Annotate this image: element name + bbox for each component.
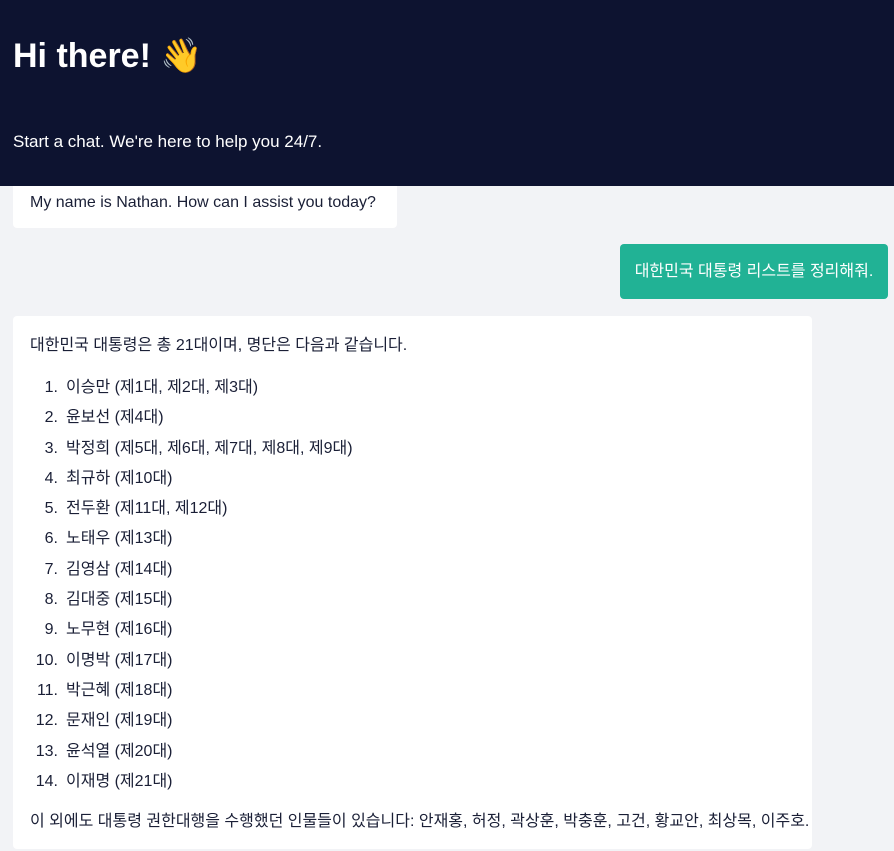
list-item-number: 14.: [35, 772, 58, 790]
list-item-number: 11.: [36, 681, 58, 699]
user-message: 대한민국 대통령 리스트를 정리해줘.: [620, 244, 888, 299]
list-item-text: 김대중 (제15대): [66, 591, 173, 609]
chat-header: Hi there! 👋 Start a chat. We're here to …: [0, 0, 894, 186]
list-item: 2. 윤보선 (제4대): [30, 406, 795, 436]
list-item-number: 9.: [44, 621, 58, 639]
list-item-text: 문재인 (제19대): [66, 712, 173, 730]
list-item-text: 노태우 (제13대): [66, 530, 173, 548]
list-item-text: 이재명 (제21대): [66, 772, 173, 790]
list-item-text: 이승만 (제1대, 제2대, 제3대): [66, 379, 259, 396]
list-item: 6. 노태우 (제13대): [30, 527, 795, 557]
list-item: 10. 이명박 (제17대): [30, 649, 795, 679]
list-item-number: 10.: [35, 651, 58, 669]
answer-intro: 대한민국 대통령은 총 21대이며, 명단은 다음과 같습니다.: [30, 337, 408, 354]
header-title: Hi there! 👋: [13, 37, 203, 75]
list-item-number: 13.: [35, 742, 58, 760]
list-item: 5. 전두환 (제11대, 제12대): [30, 497, 795, 527]
list-item-text: 박정희 (제5대, 제6대, 제7대, 제8대, 제9대): [66, 439, 353, 457]
list-item: 8. 김대중 (제15대): [30, 588, 795, 618]
list-item: 4. 최규하 (제10대): [30, 467, 795, 497]
list-item-number: 3.: [44, 439, 58, 457]
bot-answer-message: 대한민국 대통령은 총 21대이며, 명단은 다음과 같습니다. 1. 이승만 (…: [13, 316, 812, 849]
list-item: 9. 노무현 (제16대): [30, 618, 795, 648]
list-item: 13. 윤석열 (제20대): [30, 740, 795, 770]
list-item: 3. 박정희 (제5대, 제6대, 제7대, 제8대, 제9대): [30, 437, 795, 467]
list-item-text: 전두환 (제11대, 제12대): [66, 500, 228, 518]
answer-outro: 이 외에도 대통령 권한대행을 수행했던 인물들이 있습니다: 안재홍, 허정,…: [30, 813, 810, 830]
header-subtitle: Start a chat. We're here to help you 24/…: [13, 132, 323, 151]
list-item-text: 이명박 (제17대): [66, 651, 173, 669]
list-item: 11. 박근혜 (제18대): [30, 679, 795, 709]
list-item: 12. 문재인 (제19대): [30, 709, 795, 739]
list-item-text: 윤석열 (제20대): [66, 742, 173, 760]
list-item-text: 윤보선 (제4대): [66, 409, 164, 427]
list-item: 14. 이재명 (제21대): [30, 770, 795, 800]
list-item-text: 박근혜 (제18대): [66, 681, 173, 699]
list-item: 7. 김영삼 (제14대): [30, 558, 795, 588]
list-item-number: 7.: [44, 560, 58, 578]
list-item-number: 5.: [44, 500, 58, 518]
list-item-number: 1.: [44, 379, 58, 396]
list-item-number: 8.: [44, 591, 58, 609]
bot-greeting-message: My name is Nathan. How can I assist you …: [13, 186, 397, 228]
list-item-text: 최규하 (제10대): [66, 469, 173, 487]
list-item-number: 2.: [44, 409, 58, 427]
list-item-text: 김영삼 (제14대): [66, 560, 173, 578]
list-item-number: 12.: [35, 712, 58, 730]
list-item-text: 노무현 (제16대): [66, 621, 173, 639]
list-item: 1. 이승만 (제1대, 제2대, 제3대): [30, 376, 795, 406]
list-item-number: 4.: [44, 469, 58, 487]
president-list: 1. 이승만 (제1대, 제2대, 제3대) 2. 윤보선 (제4대) 3. 박정희 (제…: [30, 376, 795, 800]
list-item-number: 6.: [44, 530, 58, 548]
